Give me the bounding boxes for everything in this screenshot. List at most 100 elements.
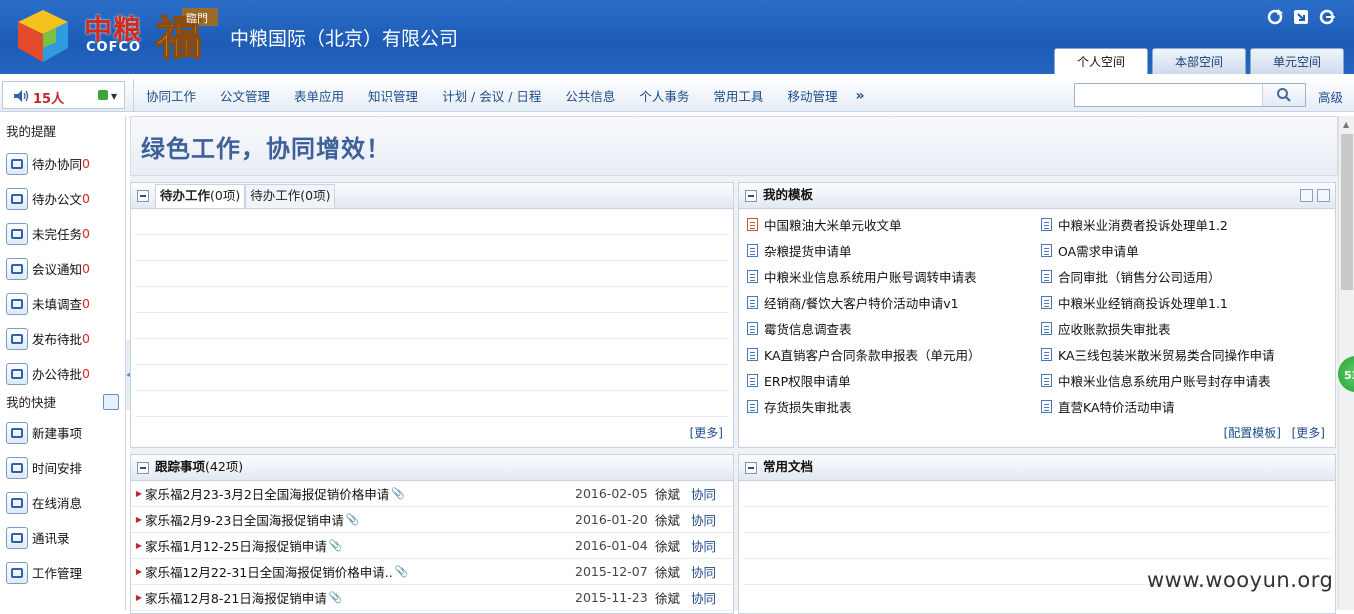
pending-more-link[interactable]: [更多]: [690, 424, 723, 441]
online-users-widget[interactable]: 15人 ▼: [2, 81, 125, 109]
template-item[interactable]: 存货损失审批表: [747, 393, 852, 419]
table-row[interactable]: ▶ 家乐福12月8-21日海报促销申请 📎 2015-11-23 徐斌 协同: [131, 585, 733, 611]
shortcut-online-message[interactable]: 在线消息: [0, 485, 125, 520]
tracking-count: (42项): [205, 459, 244, 474]
search-button[interactable]: [1263, 84, 1305, 106]
form-icon: [1041, 269, 1052, 283]
status-check-icon[interactable]: [98, 90, 108, 100]
shortcut-new-item[interactable]: 新建事项: [0, 415, 125, 450]
tab-pending-work-2[interactable]: 待办工作(0项): [245, 184, 336, 208]
menu-item-forms[interactable]: 表单应用: [282, 86, 356, 105]
reminder-unfinished-tasks[interactable]: 未完任务 0: [0, 216, 125, 251]
new-item-icon: [6, 421, 28, 444]
fu-blessing-logo: 福 臨門: [154, 8, 218, 64]
collapse-icon[interactable]: [137, 462, 149, 474]
meeting-icon: [6, 257, 28, 280]
configure-templates-link[interactable]: [配置模板]: [1224, 424, 1281, 441]
shortcut-settings-icon[interactable]: [103, 394, 119, 410]
slogan-banner: 绿色工作，协同增效！: [130, 116, 1338, 176]
menu-more-icon[interactable]: »: [849, 88, 864, 104]
template-item[interactable]: 中粮米业信息系统用户账号封存申请表: [1041, 367, 1271, 393]
template-item[interactable]: 杂粮提货申请单: [747, 237, 852, 263]
collapse-icon[interactable]: [745, 462, 757, 474]
online-count: 15人: [33, 92, 65, 107]
reminder-pending-collab[interactable]: 待办协同 0: [0, 146, 125, 181]
template-item[interactable]: OA需求申请单: [1041, 237, 1139, 263]
reminder-office-approval[interactable]: 办公待批 0: [0, 356, 125, 391]
list-row: [135, 313, 729, 339]
menu-item-plans-meetings[interactable]: 计划 / 会议 / 日程: [430, 86, 553, 105]
list-row: [743, 507, 1331, 533]
form-icon: [747, 269, 758, 283]
left-sidebar: 我的提醒 待办协同 0 待办公文 0 未完任务 0 会议通知 0 未填调查 0 发布待批 0…: [0, 116, 126, 610]
template-item[interactable]: 中粮米业经销商投诉处理单1.1: [1041, 289, 1228, 315]
collapse-icon[interactable]: [137, 190, 149, 202]
form-icon: [1041, 373, 1052, 387]
collapse-icon[interactable]: [745, 190, 757, 202]
bullet-arrow-icon: ▶: [135, 567, 143, 576]
menu-item-personal[interactable]: 个人事务: [627, 86, 701, 105]
attachment-icon: 📎: [394, 565, 409, 578]
menu-item-collaboration[interactable]: 协同工作: [134, 86, 208, 105]
table-row[interactable]: ▶ 家乐福12月22-31日全国海报促销价格申请.. 📎 2015-12-07 徐斌 协同: [131, 559, 733, 585]
tab-personal-space[interactable]: 个人空间: [1053, 48, 1148, 74]
reminders-title: 我的提醒: [6, 124, 57, 139]
table-row[interactable]: ▶ 家乐福2月9-23日全国海报促销申请 📎 2016-01-20 徐斌 协同: [131, 507, 733, 533]
list-row: [743, 481, 1331, 507]
scrollbar-thumb[interactable]: [1341, 134, 1353, 290]
list-row: [135, 391, 729, 417]
table-row[interactable]: ▶ 家乐福1月12-25日海报促销申请 📎 2016-01-04 徐斌 协同: [131, 533, 733, 559]
collab-icon: [6, 152, 28, 175]
template-item[interactable]: 霉货信息调查表: [747, 315, 852, 341]
close-icon[interactable]: [1317, 189, 1330, 202]
chevron-down-icon[interactable]: ▼: [111, 92, 117, 101]
chart-icon: [6, 327, 28, 350]
menu-item-public-info[interactable]: 公共信息: [553, 86, 627, 105]
menu-item-tools[interactable]: 常用工具: [701, 86, 775, 105]
list-row: [135, 339, 729, 365]
template-item[interactable]: KA直销客户合同条款申报表（单元用）: [747, 341, 981, 367]
template-item[interactable]: 合同审批（销售分公司适用）: [1041, 263, 1221, 289]
template-item[interactable]: 直营KA特价活动申请: [1041, 393, 1175, 419]
template-item[interactable]: 应收账款损失审批表: [1041, 315, 1171, 341]
survey-icon: [6, 292, 28, 315]
template-item[interactable]: 经销商/餐饮大客户特价活动申请v1: [747, 289, 959, 315]
template-item[interactable]: 中粮米业消费者投诉处理单1.2: [1041, 211, 1228, 237]
template-item[interactable]: 中国粮油大米单元收文单: [747, 211, 902, 237]
search-input[interactable]: [1075, 84, 1263, 106]
list-row: [135, 287, 729, 313]
download-icon[interactable]: [1292, 8, 1310, 26]
template-item[interactable]: ERP权限申请单: [747, 367, 851, 393]
form-icon: [1041, 321, 1052, 335]
template-item[interactable]: 中粮米业信息系统用户账号调转申请表: [747, 263, 977, 289]
form-icon: [747, 295, 758, 309]
shortcut-contacts[interactable]: 通讯录: [0, 520, 125, 555]
bullet-arrow-icon: ▶: [135, 541, 143, 550]
tab-unit-space[interactable]: 单元空间: [1249, 48, 1344, 74]
template-item[interactable]: KA三线包装米散米贸易类合同操作申请: [1041, 341, 1275, 367]
refresh-icon[interactable]: [1266, 8, 1284, 26]
app-header: 中粮 COFCO 福 臨門 中粮国际（北京）有限公司 个人空间 本部空间 单元空…: [0, 0, 1354, 74]
reminder-surveys[interactable]: 未填调查 0: [0, 286, 125, 321]
edit-icon[interactable]: [1300, 189, 1313, 202]
shortcut-work-management[interactable]: 工作管理: [0, 555, 125, 590]
reminder-meetings[interactable]: 会议通知 0: [0, 251, 125, 286]
search-box: [1074, 83, 1306, 107]
menu-item-knowledge[interactable]: 知识管理: [356, 86, 430, 105]
form-icon: [1041, 217, 1052, 231]
tab-pending-work-1[interactable]: 待办工作(0项): [155, 184, 246, 208]
bullet-arrow-icon: ▶: [135, 593, 143, 602]
tab-department-space[interactable]: 本部空间: [1151, 48, 1246, 74]
advanced-search-link[interactable]: 高级: [1318, 87, 1343, 106]
menu-item-mobile[interactable]: 移动管理: [775, 86, 849, 105]
reminder-pending-docs[interactable]: 待办公文 0: [0, 181, 125, 216]
logout-icon[interactable]: [1318, 8, 1336, 26]
table-row[interactable]: ▶ 家乐福2月23-3月2日全国海报促销价格申请 📎 2016-02-05 徐斌 协同: [131, 481, 733, 507]
form-icon: [747, 373, 758, 387]
templates-more-link[interactable]: [更多]: [1292, 424, 1325, 441]
list-row: [135, 261, 729, 287]
scroll-up-icon[interactable]: ▲: [1343, 120, 1349, 129]
shortcut-schedule[interactable]: 时间安排: [0, 450, 125, 485]
menu-item-documents[interactable]: 公文管理: [208, 86, 282, 105]
reminder-publish-approval[interactable]: 发布待批 0: [0, 321, 125, 356]
